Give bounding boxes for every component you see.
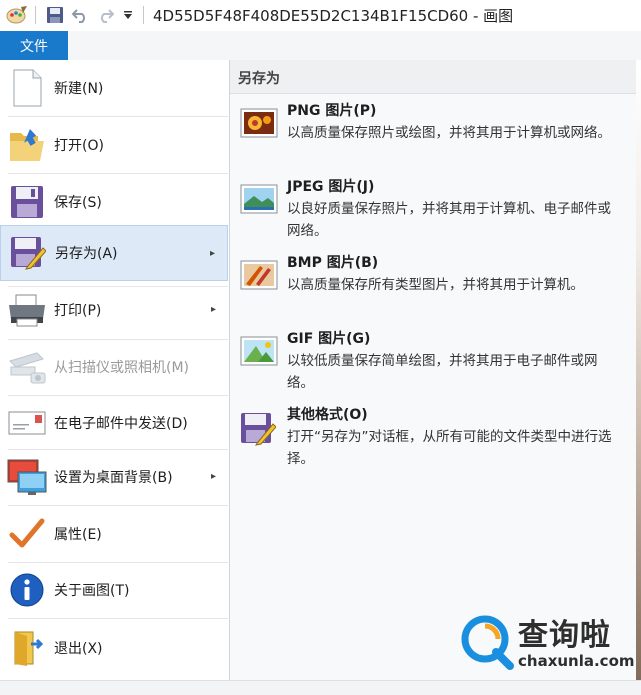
menu-item-properties[interactable]: 属性(E) <box>0 506 228 562</box>
background-photo-edge <box>636 60 641 694</box>
menu-item-new[interactable]: 新建(N) <box>0 60 228 116</box>
menu-item-email[interactable]: 在电子邮件中发送(D) <box>0 395 228 451</box>
window-title: 4D55D5F48F408DE55D2C134B1F15CD60 - 画图 <box>153 7 514 25</box>
panel-title: 另存为 <box>238 71 280 87</box>
scanner-icon <box>0 339 54 395</box>
submenu-arrow-icon: ▸ <box>210 304 216 315</box>
save-disk-icon <box>0 174 54 230</box>
option-description: 以较低质量保存简单绘图，并将其用于电子邮件或网络。 <box>287 353 598 391</box>
option-description: 打开“另存为”对话框，从所有可能的文件类型中进行选择。 <box>287 429 612 467</box>
desktop-background-icon <box>0 449 54 505</box>
option-name: PNG 图片(P) <box>287 103 377 119</box>
other-formats-icon <box>240 412 278 446</box>
menu-item-print[interactable]: 打印(P) ▸ <box>0 282 228 338</box>
email-icon <box>0 395 54 451</box>
menu-item-open[interactable]: 打开(O) <box>0 117 228 173</box>
divider <box>8 618 228 619</box>
option-description: 以良好质量保存照片，并将其用于计算机、电子邮件或网络。 <box>287 201 611 239</box>
png-picture-icon <box>240 108 278 142</box>
menu-item-desktop-background[interactable]: 设置为桌面背景(B) ▸ <box>0 449 228 505</box>
option-name: GIF 图片(G) <box>287 331 371 347</box>
watermark-url: chaxunla.com <box>518 652 635 670</box>
option-name: 其他格式(O) <box>287 407 368 423</box>
menu-item-label: 新建(N) <box>54 81 104 97</box>
info-icon <box>0 562 54 618</box>
option-description: 以高质量保存照片或绘图，并将其用于计算机或网络。 <box>287 125 611 141</box>
file-menu: 新建(N) 打开(O) 保存(S) 另存为(A) ▸ 打印(P) ▸ 从扫描仪或… <box>0 60 230 680</box>
separator <box>143 6 144 24</box>
undo-icon[interactable] <box>68 4 92 26</box>
option-description: 以高质量保存所有类型图片，并将其用于计算机。 <box>287 277 584 293</box>
menu-item-label: 关于画图(T) <box>54 583 130 599</box>
separator <box>35 6 36 24</box>
menu-item-about[interactable]: 关于画图(T) <box>0 562 228 618</box>
submenu-arrow-icon: ▸ <box>209 248 215 259</box>
menu-item-label: 打开(O) <box>54 138 104 154</box>
menu-item-exit[interactable]: 退出(X) <box>0 620 228 676</box>
option-name: BMP 图片(B) <box>287 255 379 271</box>
redo-icon[interactable] <box>94 4 118 26</box>
menu-item-label: 另存为(A) <box>55 246 118 262</box>
save-as-jpeg[interactable]: JPEG 图片(J) 以良好质量保存照片，并将其用于计算机、电子邮件或网络。 <box>230 176 636 252</box>
quick-save-icon[interactable] <box>43 4 67 26</box>
watermark-text: 查询啦 <box>518 618 611 653</box>
menu-item-label: 设置为桌面背景(B) <box>54 470 173 486</box>
gif-picture-icon <box>240 336 278 370</box>
customize-toolbar-icon[interactable] <box>120 4 136 26</box>
panel-header: 另存为 <box>230 60 636 94</box>
menu-item-label: 属性(E) <box>54 527 102 543</box>
save-as-icon <box>1 225 55 281</box>
checkmark-icon <box>0 506 54 562</box>
menu-item-label: 在电子邮件中发送(D) <box>54 416 188 432</box>
menu-item-scanner: 从扫描仪或照相机(M) <box>0 339 228 395</box>
bmp-picture-icon <box>240 260 278 294</box>
save-as-other-formats[interactable]: 其他格式(O) 打开“另存为”对话框，从所有可能的文件类型中进行选择。 <box>230 404 636 480</box>
menu-item-label: 保存(S) <box>54 195 102 211</box>
menu-item-label: 打印(P) <box>54 303 102 319</box>
menu-item-label: 退出(X) <box>54 641 103 657</box>
watermark-search-icon <box>461 615 514 670</box>
save-as-bmp[interactable]: BMP 图片(B) 以高质量保存所有类型图片，并将其用于计算机。 <box>230 252 636 328</box>
new-document-icon <box>0 60 54 116</box>
submenu-arrow-icon: ▸ <box>210 471 216 482</box>
file-tab[interactable]: 文件 <box>0 31 68 60</box>
save-as-png[interactable]: PNG 图片(P) 以高质量保存照片或绘图，并将其用于计算机或网络。 <box>230 100 636 176</box>
save-as-panel: 另存为 PNG 图片(P) 以高质量保存照片或绘图，并将其用于计算机或网络。 J… <box>230 60 637 680</box>
open-folder-icon <box>0 117 54 173</box>
printer-icon <box>0 282 54 338</box>
jpeg-picture-icon <box>240 184 278 218</box>
watermark: 查询啦 chaxunla.com <box>456 610 636 674</box>
menu-item-label: 从扫描仪或照相机(M) <box>54 360 190 376</box>
title-bar: 4D55D5F48F408DE55D2C134B1F15CD60 - 画图 <box>0 0 641 31</box>
ribbon-tab-strip <box>0 31 641 61</box>
option-name: JPEG 图片(J) <box>287 179 375 195</box>
status-strip <box>0 680 641 695</box>
menu-item-save[interactable]: 保存(S) <box>0 174 228 230</box>
save-as-gif[interactable]: GIF 图片(G) 以较低质量保存简单绘图，并将其用于电子邮件或网络。 <box>230 328 636 404</box>
exit-icon <box>0 620 54 676</box>
paint-app-icon[interactable] <box>4 4 30 26</box>
menu-item-save-as[interactable]: 另存为(A) ▸ <box>0 225 228 281</box>
